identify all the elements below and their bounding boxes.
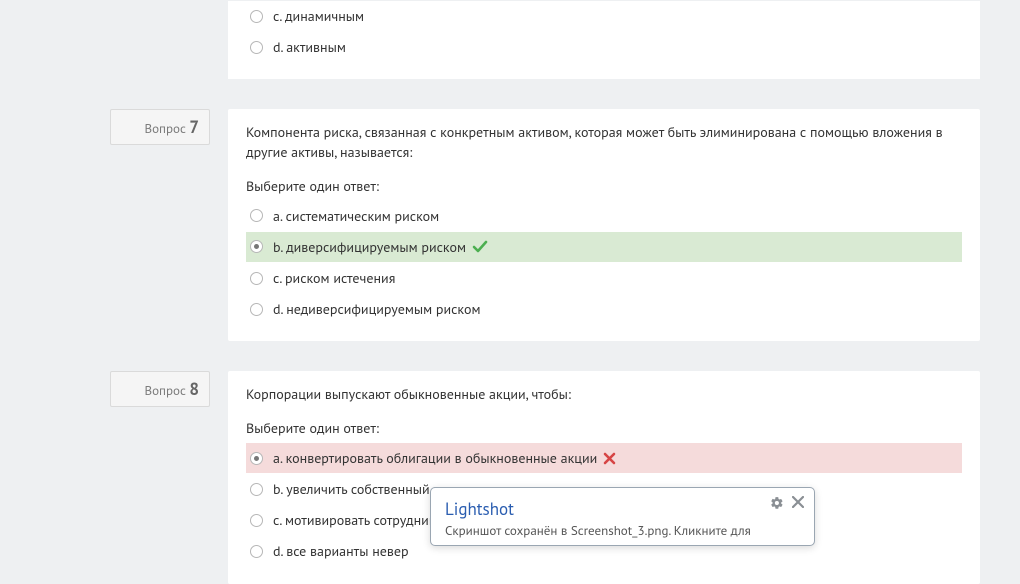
select-prompt: Выберите один ответ:: [246, 419, 962, 437]
radio-unselected-icon: [250, 545, 263, 558]
cross-icon: [603, 452, 616, 465]
answer-text: c. риском истечения: [273, 269, 395, 287]
question-number-box: Вопрос 7: [110, 109, 210, 145]
answer-text: d. все варианты невер: [273, 542, 409, 560]
close-icon[interactable]: [792, 496, 804, 512]
question-text: Корпорации выпускают обыкновенные акции,…: [246, 385, 962, 405]
radio-unselected-icon: [250, 483, 263, 496]
answer-text: c. динамичным: [273, 7, 364, 25]
question-card: Компонента риска, связанная с конкретным…: [228, 109, 980, 341]
select-prompt: Выберите один ответ:: [246, 177, 962, 195]
question-text: Компонента риска, связанная с конкретным…: [246, 123, 962, 162]
answer-text: d. недиверсифицируемым риском: [273, 300, 481, 318]
question-card-partial: c. динамичным d. активным: [228, 1, 980, 79]
settings-icon[interactable]: [770, 496, 784, 512]
answer-option[interactable]: d. недиверсифицируемым риском: [246, 294, 962, 324]
radio-unselected-icon: [250, 41, 263, 54]
popup-subtitle: Скриншот сохранён в Screenshot_3.png. Кл…: [445, 522, 774, 539]
radio-unselected-icon: [250, 514, 263, 527]
answer-option[interactable]: a. систематическим риском: [246, 201, 962, 231]
radio-unselected-icon: [250, 303, 263, 316]
answer-text: a. систематическим риском: [273, 207, 439, 225]
answer-option[interactable]: c. риском истечения: [246, 263, 962, 293]
radio-unselected-icon: [250, 272, 263, 285]
answer-option-incorrect[interactable]: a. конвертировать облигации в обыкновенн…: [246, 443, 962, 473]
radio-selected-icon: [250, 452, 263, 465]
answer-text: c. мотивировать сотрудников: [273, 511, 450, 529]
answer-text: a. конвертировать облигации в обыкновенн…: [273, 449, 597, 467]
answer-text: d. активным: [273, 38, 346, 56]
question-number-box: Вопрос 8: [110, 371, 210, 407]
radio-unselected-icon: [250, 209, 263, 222]
radio-selected-icon: [250, 240, 263, 253]
answer-text: b. диверсифицируемым риском: [273, 238, 466, 256]
answer-option[interactable]: c. динамичным: [246, 1, 962, 31]
answer-option[interactable]: d. активным: [246, 32, 962, 62]
notification-popup: Lightshot Скриншот сохранён в Screenshot…: [430, 487, 815, 546]
answer-option-correct[interactable]: b. диверсифицируемым риском: [246, 232, 962, 262]
radio-unselected-icon: [250, 10, 263, 23]
check-icon: [472, 240, 488, 254]
popup-title: Lightshot: [445, 498, 774, 520]
question-card: Корпорации выпускают обыкновенные акции,…: [228, 371, 980, 583]
